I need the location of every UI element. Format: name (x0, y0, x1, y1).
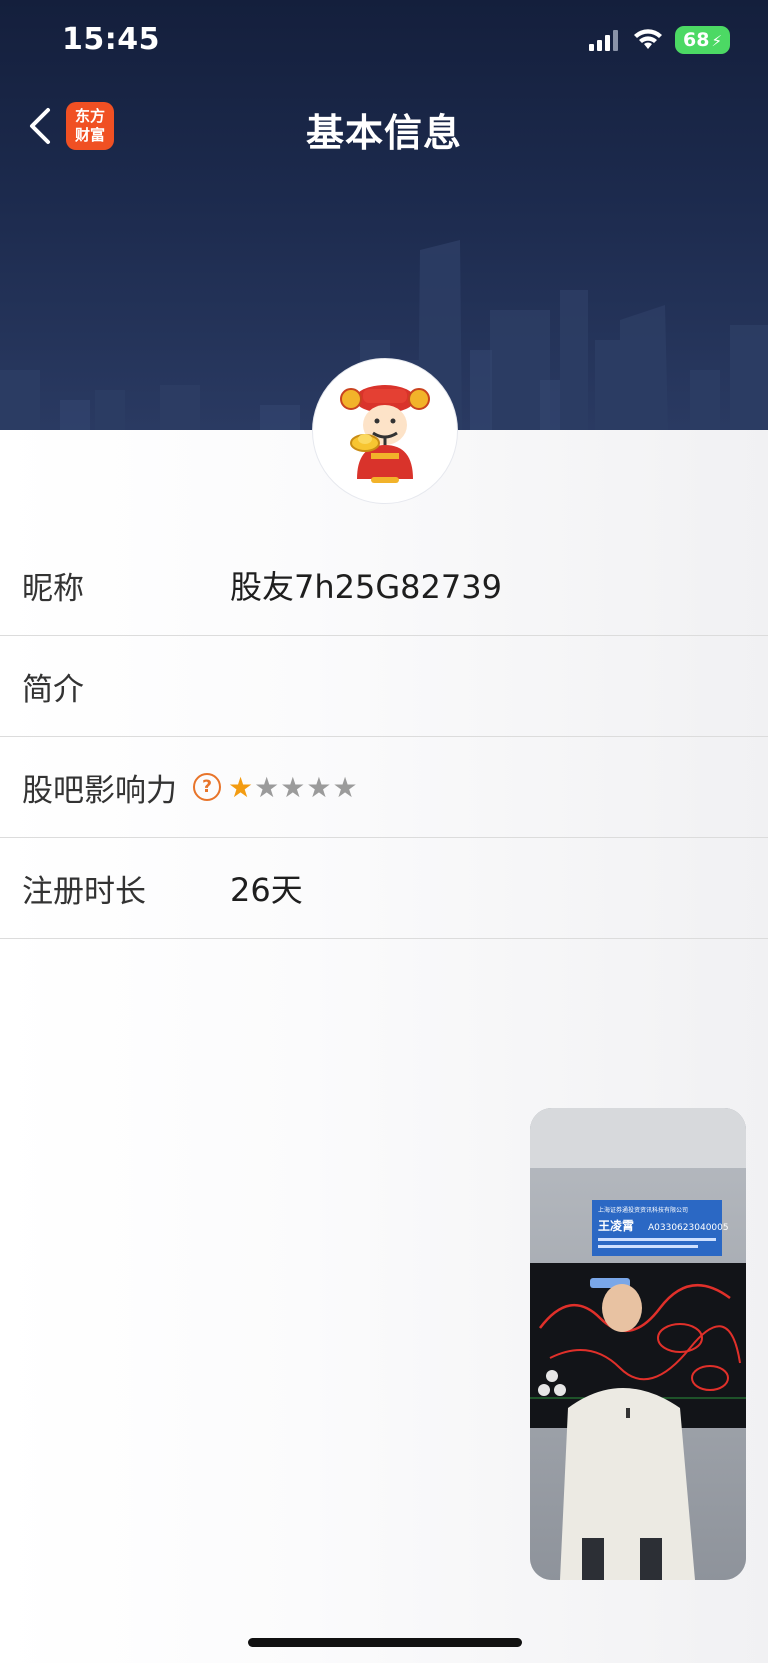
page-title: 基本信息 (305, 111, 462, 155)
star-icon: ★ (228, 770, 255, 804)
row-nickname[interactable]: 昵称 股友7h25G82739 (0, 535, 768, 636)
home-indicator[interactable] (248, 1638, 522, 1647)
status-time: 15:45 (62, 22, 160, 57)
live-stream-image: 上海证券通投资资讯科技有限公司 王凌霄 A0330623040005 (530, 1108, 746, 1580)
star-icon: ★ (332, 770, 359, 804)
fortune-god-avatar-icon (340, 385, 430, 483)
battery-icon: 68 ⚡ (675, 26, 730, 54)
star-icon: ★ (254, 770, 281, 804)
help-icon[interactable]: ? (193, 773, 221, 801)
register-duration-label: 注册时长 (22, 873, 146, 910)
avatar[interactable] (312, 358, 458, 504)
banner-id: A0330623040005 (648, 1223, 729, 1233)
row-influence: 股吧影响力 ? ★★★★★ (0, 737, 768, 838)
battery-level: 68 (683, 29, 710, 51)
row-register-duration: 注册时长 26天 (0, 838, 768, 939)
influence-label: 股吧影响力 (22, 772, 177, 809)
nickname-label: 昵称 (22, 570, 84, 607)
live-video-overlay[interactable]: 上海证券通投资资讯科技有限公司 王凌霄 A0330623040005 (530, 1108, 746, 1580)
signal-icon (589, 30, 618, 51)
banner-company: 上海证券通投资资讯科技有限公司 (598, 1206, 688, 1214)
star-icon: ★ (306, 770, 333, 804)
bio-label: 简介 (22, 671, 84, 708)
row-bio[interactable]: 简介 (0, 636, 768, 737)
register-duration-value: 26天 (230, 871, 303, 909)
nav-bar: 东方 财富 基本信息 (0, 90, 768, 160)
star-icon: ★ (280, 770, 307, 804)
banner-name: 王凌霄 (598, 1218, 634, 1233)
nickname-value: 股友7h25G82739 (230, 568, 502, 606)
wifi-icon (634, 29, 662, 49)
status-bar: 15:45 68 ⚡ (0, 0, 768, 80)
influence-stars: ★★★★★ (228, 771, 359, 804)
